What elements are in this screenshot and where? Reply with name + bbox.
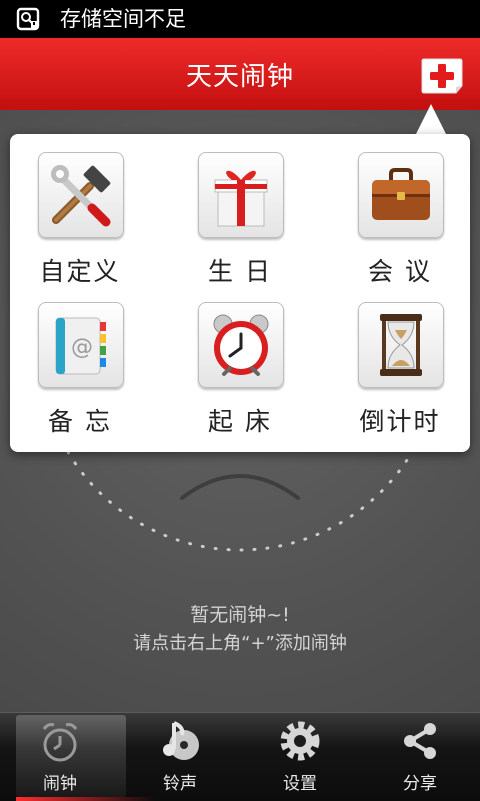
- menu-item-meeting[interactable]: 会 议: [330, 134, 470, 286]
- hourglass-icon: [380, 314, 422, 376]
- tools-icon: [51, 165, 111, 227]
- tab-ringtone[interactable]: 铃声: [120, 713, 240, 801]
- menu-tile: [358, 152, 444, 238]
- menu-tile: @: [38, 302, 124, 388]
- menu-item-label: 备 忘: [48, 407, 112, 436]
- alarm-type-menu: 自定义 生 日 会 议 @ 备 忘 起 床 倒计时: [10, 134, 470, 452]
- tab-label: 分享: [403, 774, 437, 794]
- menu-item-label: 自定义: [39, 257, 121, 286]
- menu-item-label: 起 床: [208, 407, 272, 436]
- menu-item-countdown[interactable]: 倒计时: [330, 284, 470, 436]
- add-alarm-button[interactable]: [420, 56, 464, 96]
- address-book-icon: @: [55, 317, 106, 375]
- empty-state-hint: 请点击右上角“+”添加闹钟: [133, 633, 347, 654]
- gear-icon: [280, 721, 320, 761]
- menu-item-birthday[interactable]: 生 日: [170, 134, 310, 286]
- menu-item-wakeup[interactable]: 起 床: [170, 284, 310, 436]
- music-note-icon: [163, 721, 199, 760]
- popup-arrow: [415, 104, 447, 136]
- alarm-clock-icon: [213, 314, 269, 376]
- title-bar: 天天闹钟: [0, 38, 480, 110]
- status-bar: 存储空间不足: [0, 0, 480, 38]
- tab-share[interactable]: 分享: [360, 713, 480, 801]
- tab-label: 闹钟: [43, 774, 77, 794]
- status-text: 存储空间不足: [60, 7, 186, 31]
- storage-warning-icon: [16, 7, 40, 31]
- share-icon: [404, 723, 436, 759]
- empty-state-title: 暂无闹钟~!: [190, 604, 290, 626]
- menu-item-custom[interactable]: 自定义: [10, 134, 150, 286]
- tab-settings[interactable]: 设置: [240, 713, 360, 801]
- menu-item-label: 倒计时: [359, 407, 441, 436]
- menu-tile: [358, 302, 444, 388]
- page-title: 天天闹钟: [185, 62, 294, 92]
- menu-item-label: 会 议: [368, 257, 432, 286]
- tab-label: 铃声: [163, 774, 197, 794]
- tab-label: 设置: [283, 774, 317, 794]
- clock-icon: [42, 723, 78, 762]
- menu-tile: [198, 302, 284, 388]
- gift-icon: [214, 170, 268, 227]
- menu-item-label: 生 日: [208, 257, 272, 286]
- menu-tile: [198, 152, 284, 238]
- menu-item-memo[interactable]: @ 备 忘: [10, 284, 150, 436]
- briefcase-icon: [372, 168, 430, 220]
- menu-tile: [38, 152, 124, 238]
- svg-text:@: @: [71, 335, 93, 360]
- tab-alarm[interactable]: 闹钟: [0, 713, 156, 801]
- bottom-nav: 闹钟 铃声 设置 分享: [0, 712, 480, 801]
